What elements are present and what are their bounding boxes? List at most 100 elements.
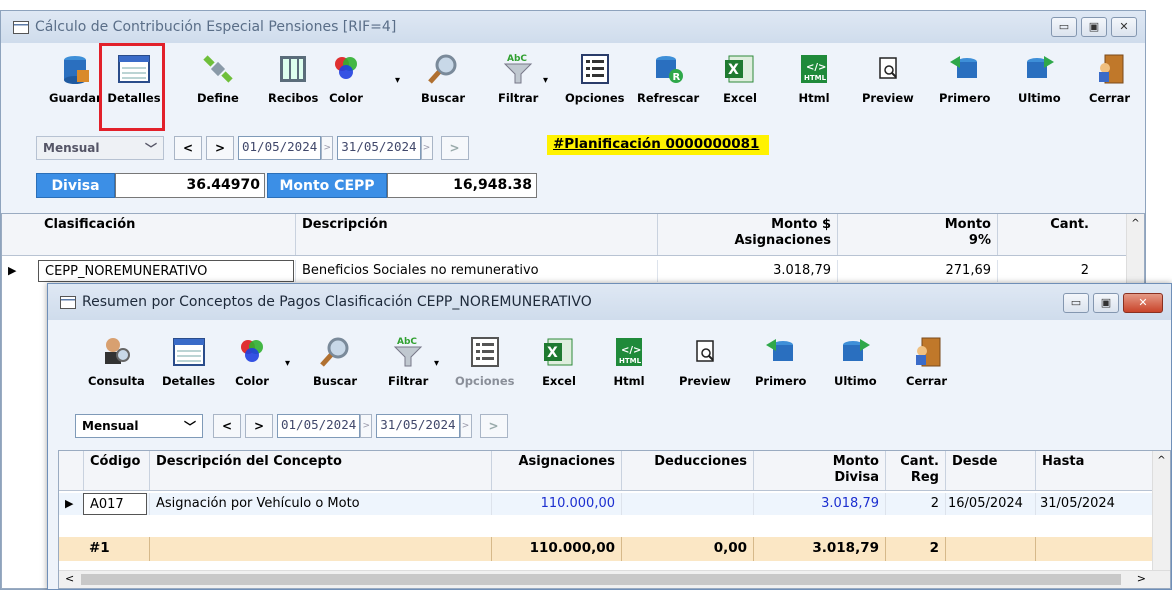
user-search-icon xyxy=(99,334,133,370)
col-desde[interactable]: Desde xyxy=(945,451,1035,490)
svg-text:AbC: AbC xyxy=(397,337,417,347)
database-save-icon xyxy=(58,51,92,87)
consulta-button[interactable]: Consulta xyxy=(88,334,145,388)
col-monto-9[interactable]: Monto 9% xyxy=(837,214,997,255)
date-to-field[interactable]: 31/05/2024 xyxy=(337,136,421,160)
grid-vertical-scrollbar[interactable]: ^ xyxy=(1152,451,1170,570)
close-button[interactable]: ✕ xyxy=(1123,293,1163,313)
date-from-field[interactable]: 01/05/2024 xyxy=(277,414,361,438)
date-from-field[interactable]: 01/05/2024 xyxy=(238,136,322,160)
filtrar-dropdown-icon[interactable]: ▾ xyxy=(543,75,548,86)
planificacion-label[interactable]: #Planificación 0000000081 xyxy=(547,135,770,155)
ultimo-button[interactable]: Ultimo xyxy=(1018,51,1061,105)
cerrar-button[interactable]: Cerrar xyxy=(1089,51,1130,105)
col-monto-divisa[interactable]: Monto Divisa xyxy=(753,451,885,490)
resumen-titlebar[interactable]: Resumen por Conceptos de Pagos Clasifica… xyxy=(48,284,1171,320)
table-row[interactable]: ▶ CEPP_NOREMUNERATIVO Beneficios Sociale… xyxy=(2,260,1144,282)
filtrar-dropdown-icon[interactable]: ▾ xyxy=(434,358,439,369)
detalles-button[interactable]: Detalles xyxy=(107,51,161,105)
monto-cepp-value[interactable]: 16,948.38 xyxy=(387,173,537,198)
next-period-button[interactable]: > xyxy=(245,414,273,438)
opciones-button[interactable]: Opciones xyxy=(565,51,625,105)
prev-period-button[interactable]: < xyxy=(213,414,241,438)
cell-cant[interactable]: 2 xyxy=(885,493,945,515)
period-select[interactable]: Mensual ﹀ xyxy=(36,136,164,160)
ultimo-button[interactable]: Ultimo xyxy=(834,334,877,388)
html-button[interactable]: </> HTML Html xyxy=(612,334,646,388)
excel-button[interactable]: X Excel xyxy=(723,51,757,105)
primero-button[interactable]: Primero xyxy=(939,51,990,105)
preview-button[interactable]: Preview xyxy=(862,51,914,105)
cell-asignaciones[interactable]: 110.000,00 xyxy=(491,493,621,515)
date-to-field[interactable]: 31/05/2024 xyxy=(376,414,460,438)
col-cant[interactable]: Cant. xyxy=(997,214,1095,255)
close-button[interactable]: ✕ xyxy=(1111,17,1137,37)
maximize-button[interactable]: ▣ xyxy=(1081,17,1107,37)
cell-descripcion[interactable]: Beneficios Sociales no remunerativo xyxy=(295,260,657,282)
excel-icon: X xyxy=(542,334,576,370)
prev-period-button[interactable]: < xyxy=(174,136,202,160)
col-hasta[interactable]: Hasta xyxy=(1035,451,1153,490)
cell-descripcion[interactable]: Asignación por Vehículo o Moto xyxy=(149,493,491,515)
color-button[interactable]: Color ▾ xyxy=(235,334,290,388)
date-to-dropdown-icon[interactable]: > xyxy=(459,414,472,438)
cell-desde[interactable]: 16/05/2024 xyxy=(945,493,1035,515)
next-period-button[interactable]: > xyxy=(206,136,234,160)
filtrar-button[interactable]: AbC Filtrar ▾ xyxy=(388,334,439,388)
forward-disabled-button[interactable]: > xyxy=(440,136,469,160)
table-row[interactable]: ▶ A017 Asignación por Vehículo o Moto 11… xyxy=(59,493,1152,515)
cerrar-button[interactable]: Cerrar xyxy=(906,334,947,388)
cell-clasificacion[interactable]: CEPP_NOREMUNERATIVO xyxy=(38,260,294,282)
grid-horizontal-scrollbar[interactable]: < > xyxy=(59,570,1170,588)
scroll-right-icon[interactable]: > xyxy=(1137,572,1146,585)
main-titlebar[interactable]: Cálculo de Contribución Especial Pension… xyxy=(1,11,1145,43)
color-wheel-icon xyxy=(235,334,269,370)
detalles-button[interactable]: Detalles xyxy=(162,334,215,388)
minimize-button[interactable]: ▭ xyxy=(1063,293,1089,313)
color-dropdown-icon[interactable]: ▾ xyxy=(285,358,290,369)
date-to-dropdown-icon[interactable]: > xyxy=(420,136,433,160)
cell-monto9[interactable]: 271,69 xyxy=(837,260,997,282)
primero-button[interactable]: Primero xyxy=(755,334,806,388)
color-dropdown-icon[interactable]: ▾ xyxy=(395,75,400,86)
color-button[interactable]: Color ▾ xyxy=(329,51,400,105)
period-select[interactable]: Mensual ﹀ xyxy=(75,414,203,438)
cell-hasta[interactable]: 31/05/2024 xyxy=(1035,493,1153,515)
minimize-button[interactable]: ▭ xyxy=(1051,17,1077,37)
forward-disabled-button[interactable]: > xyxy=(479,414,508,438)
col-asignaciones[interactable]: Asignaciones xyxy=(491,451,621,490)
date-from-dropdown-icon[interactable]: > xyxy=(321,136,334,160)
cell-cant[interactable]: 2 xyxy=(997,260,1095,282)
buscar-button[interactable]: Buscar xyxy=(313,334,357,388)
col-codigo[interactable]: Código xyxy=(83,451,149,490)
excel-button[interactable]: X Excel xyxy=(542,334,576,388)
col-cant-reg[interactable]: Cant. Reg xyxy=(885,451,945,490)
maximize-button[interactable]: ▣ xyxy=(1093,293,1119,313)
cell-monto[interactable]: 3.018,79 xyxy=(657,260,837,282)
scroll-thumb[interactable] xyxy=(81,574,1121,585)
scroll-left-icon[interactable]: < xyxy=(65,572,74,585)
opciones-button[interactable]: Opciones xyxy=(455,334,515,388)
date-from-dropdown-icon[interactable]: > xyxy=(360,414,373,438)
recibos-button[interactable]: Recibos xyxy=(268,51,318,105)
row-indicator-icon: ▶ xyxy=(8,264,17,277)
col-descripcion[interactable]: Descripción xyxy=(295,214,657,255)
scroll-up-icon[interactable]: ^ xyxy=(1127,214,1144,229)
cell-codigo[interactable]: A017 xyxy=(83,493,147,515)
buscar-button[interactable]: Buscar xyxy=(421,51,465,105)
cell-deducciones[interactable] xyxy=(621,493,753,515)
col-monto-asignaciones[interactable]: Monto $ Asignaciones xyxy=(657,214,837,255)
scroll-up-icon[interactable]: ^ xyxy=(1153,451,1170,466)
divisa-value[interactable]: 36.44970 xyxy=(115,173,265,198)
col-clasificacion[interactable]: Clasificación xyxy=(38,214,294,255)
refrescar-button[interactable]: R Refrescar xyxy=(637,51,699,105)
define-button[interactable]: Define xyxy=(197,51,239,105)
col-descripcion[interactable]: Descripción del Concepto xyxy=(149,451,491,490)
preview-button[interactable]: Preview xyxy=(679,334,731,388)
col-deducciones[interactable]: Deducciones xyxy=(621,451,753,490)
html-button[interactable]: </> HTML Html xyxy=(797,51,831,105)
cell-monto[interactable]: 3.018,79 xyxy=(753,493,885,515)
filtrar-button[interactable]: AbC Filtrar ▾ xyxy=(498,51,548,105)
footer-deducciones: 0,00 xyxy=(621,537,753,561)
guardar-button[interactable]: Guardar xyxy=(49,51,102,105)
